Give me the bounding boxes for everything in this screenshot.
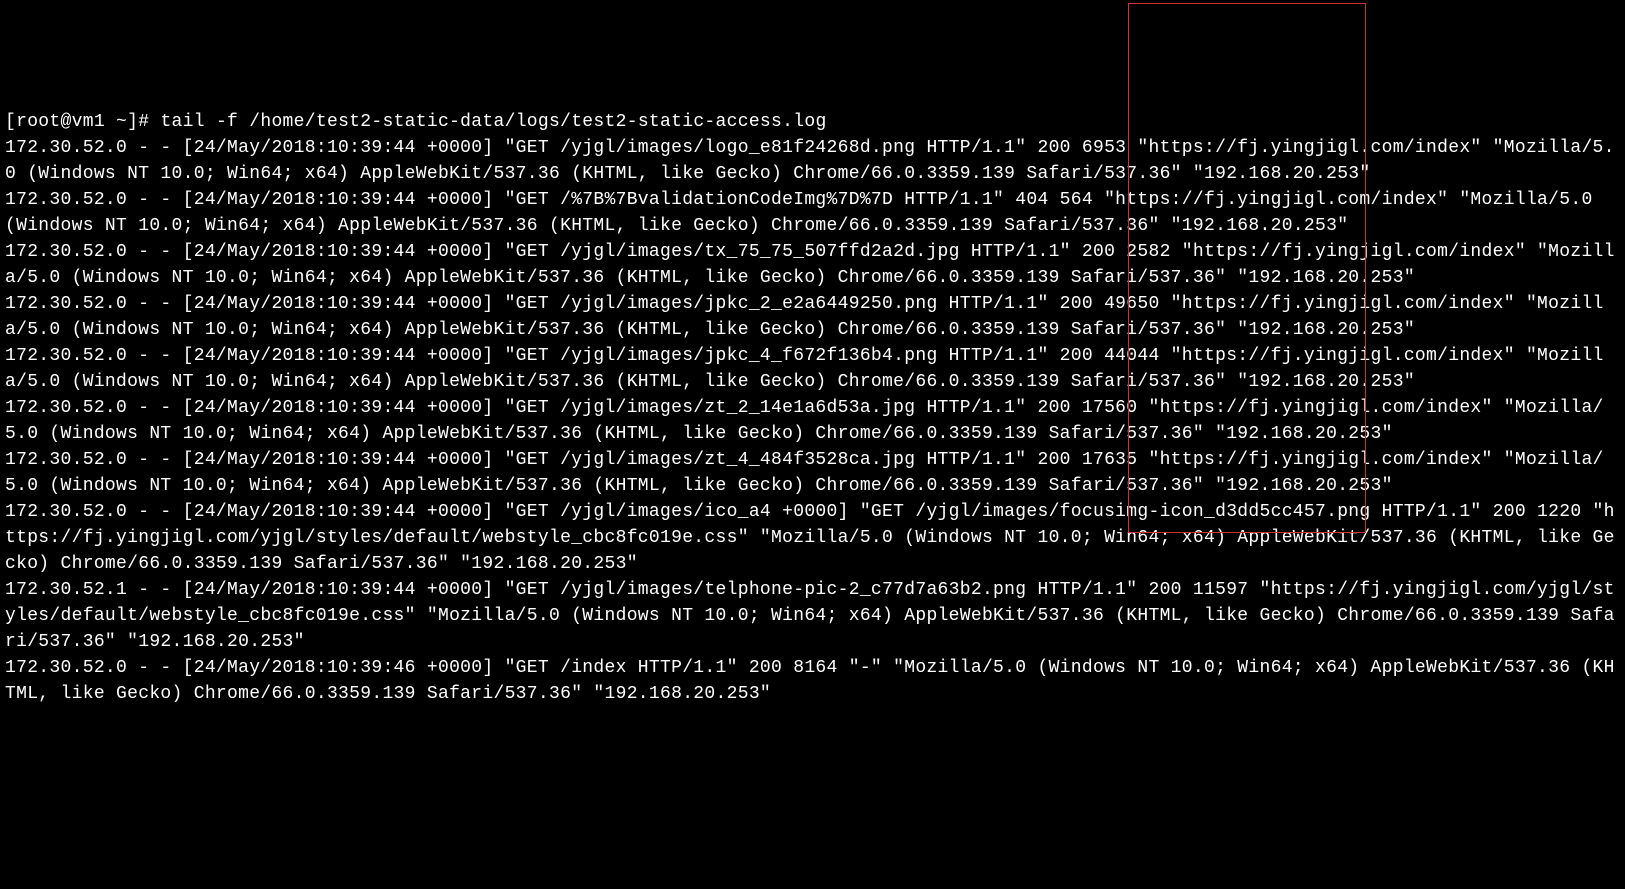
log-line: 172.30.52.0 - - [24/May/2018:10:39:44 +0… — [5, 346, 1604, 392]
log-line: 172.30.52.1 - - [24/May/2018:10:39:44 +0… — [5, 580, 1615, 652]
command-text: tail -f /home/test2-static-data/logs/tes… — [160, 112, 826, 132]
log-line: 172.30.52.0 - - [24/May/2018:10:39:44 +0… — [5, 294, 1604, 340]
log-line: 172.30.52.0 - - [24/May/2018:10:39:44 +0… — [5, 502, 1615, 574]
log-line: 172.30.52.0 - - [24/May/2018:10:39:44 +0… — [5, 398, 1604, 444]
log-line: 172.30.52.0 - - [24/May/2018:10:39:44 +0… — [5, 138, 1615, 184]
log-line: 172.30.52.0 - - [24/May/2018:10:39:44 +0… — [5, 242, 1615, 288]
terminal-output[interactable]: [root@vm1 ~]# tail -f /home/test2-static… — [5, 109, 1620, 707]
log-line: 172.30.52.0 - - [24/May/2018:10:39:44 +0… — [5, 190, 1604, 236]
shell-prompt: [root@vm1 ~]# — [5, 112, 160, 132]
log-line: 172.30.52.0 - - [24/May/2018:10:39:46 +0… — [5, 658, 1615, 704]
log-line: 172.30.52.0 - - [24/May/2018:10:39:44 +0… — [5, 450, 1604, 496]
